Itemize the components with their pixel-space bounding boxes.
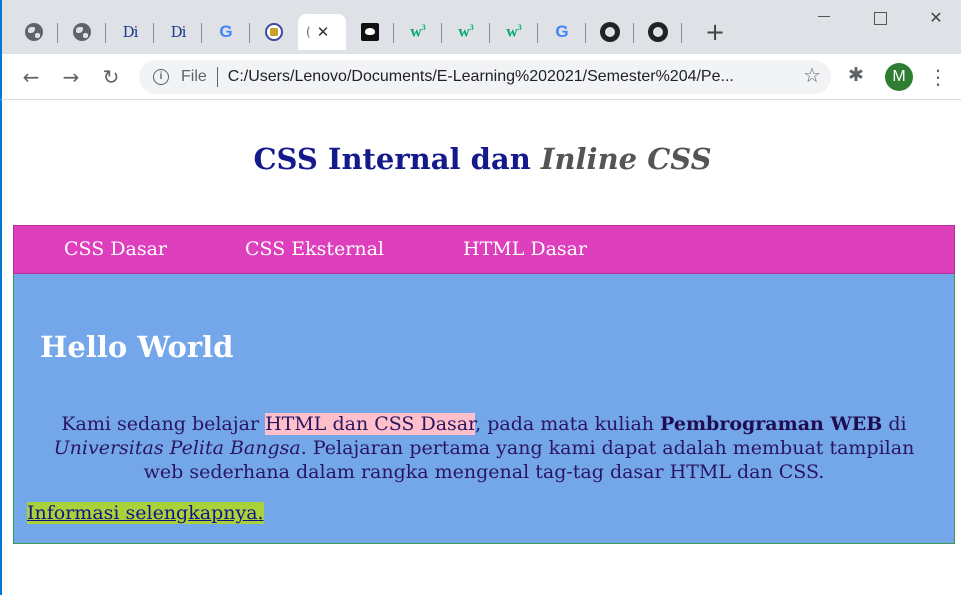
- tab-1[interactable]: [10, 14, 58, 50]
- forward-button[interactable]: →: [56, 62, 86, 92]
- content-paragraph: Kami sedang belajar HTML dan CSS Dasar, …: [34, 412, 934, 484]
- w3schools-letter: w: [506, 23, 518, 41]
- google-icon: G: [219, 22, 233, 41]
- address-divider: [216, 67, 218, 87]
- paragraph-text-1: Kami sedang belajar: [61, 413, 266, 435]
- back-button[interactable]: ←: [16, 62, 46, 92]
- google-icon: G: [555, 22, 569, 41]
- w3schools-icon: w3: [458, 23, 474, 41]
- w3schools-icon: w3: [410, 23, 426, 41]
- extensions-puzzle-icon[interactable]: ✱: [848, 64, 864, 86]
- github-icon: [648, 22, 668, 42]
- tab-active[interactable]: ( ✕: [298, 14, 346, 50]
- paragraph-text-2: , pada mata kuliah: [475, 413, 661, 435]
- bookmark-star-icon[interactable]: ☆: [803, 63, 821, 88]
- tab-strip: Di Di G ( ✕ w3 w3 w3 G + ✕: [0, 0, 961, 54]
- w3schools-sup: 3: [421, 22, 426, 32]
- address-bar[interactable]: i File C:/Users/Lenovo/Documents/E-Learn…: [139, 60, 831, 94]
- minimize-icon: [818, 16, 830, 17]
- w3schools-sup: 3: [517, 22, 522, 32]
- profile-avatar[interactable]: M: [885, 63, 913, 91]
- info-icon[interactable]: i: [153, 69, 169, 85]
- tab-10[interactable]: w3: [442, 14, 490, 50]
- window-close-button[interactable]: ✕: [916, 8, 956, 32]
- minimize-button[interactable]: [804, 8, 844, 32]
- page-viewport: CSS Internal dan Inline CSS CSS Dasar CS…: [0, 100, 961, 595]
- page-title: CSS Internal dan Inline CSS: [2, 142, 961, 176]
- nav-link-html-dasar[interactable]: HTML Dasar: [463, 238, 587, 260]
- italic-text: Universitas Pelita Bangsa: [53, 437, 301, 459]
- w3schools-letter: w: [410, 23, 422, 41]
- tab-12[interactable]: G: [538, 14, 586, 50]
- tab-4[interactable]: Di: [154, 14, 202, 50]
- tab-9[interactable]: w3: [394, 14, 442, 50]
- content-section: Hello World Kami sedang belajar HTML dan…: [13, 274, 955, 544]
- title-italic: Inline CSS: [540, 142, 712, 176]
- nav-link-css-dasar[interactable]: CSS Dasar: [64, 238, 167, 260]
- tab-8[interactable]: [346, 14, 394, 50]
- reload-button[interactable]: ↻: [96, 62, 126, 92]
- tab-2[interactable]: [58, 14, 106, 50]
- university-icon: [265, 23, 283, 41]
- tab-11[interactable]: w3: [490, 14, 538, 50]
- scheme-label: File: [181, 68, 207, 85]
- tab-6[interactable]: [250, 14, 298, 50]
- globe-icon: [25, 23, 43, 41]
- browser-toolbar: ← → ↻ i File C:/Users/Lenovo/Documents/E…: [0, 54, 961, 100]
- tab-close-icon[interactable]: ✕: [317, 23, 330, 41]
- title-plain: CSS Internal dan: [253, 142, 541, 176]
- maximize-icon: [873, 12, 887, 25]
- di-favicon: Di: [170, 23, 187, 41]
- maximize-button[interactable]: [860, 8, 900, 32]
- paragraph-text-3: di: [882, 413, 907, 435]
- tab-list: Di Di G ( ✕ w3 w3 w3 G: [10, 14, 682, 50]
- more-info-link[interactable]: Informasi selengkapnya.: [27, 502, 264, 524]
- highlighted-text: HTML dan CSS Dasar: [265, 413, 476, 435]
- globe-icon: [73, 23, 91, 41]
- di-favicon: Di: [122, 23, 139, 41]
- new-tab-button[interactable]: +: [702, 18, 728, 46]
- tab-3[interactable]: Di: [106, 14, 154, 50]
- nav-link-css-eksternal[interactable]: CSS Eksternal: [245, 238, 384, 260]
- tab-title: (: [306, 25, 311, 39]
- github-icon: [600, 22, 620, 42]
- url-text[interactable]: C:/Users/Lenovo/Documents/E-Learning%202…: [228, 68, 788, 86]
- w3schools-letter: w: [458, 23, 470, 41]
- content-heading: Hello World: [40, 330, 234, 364]
- bold-text: Pembrograman WEB: [660, 413, 883, 435]
- browser-menu-icon[interactable]: ⋮: [928, 62, 948, 92]
- tab-13[interactable]: [586, 14, 634, 50]
- nav-bar: CSS Dasar CSS Eksternal HTML Dasar: [13, 225, 955, 274]
- w3schools-icon: w3: [506, 23, 522, 41]
- tab-14[interactable]: [634, 14, 682, 50]
- tab-5[interactable]: G: [202, 14, 250, 50]
- w3schools-sup: 3: [469, 22, 474, 32]
- black-logo-icon: [361, 23, 379, 41]
